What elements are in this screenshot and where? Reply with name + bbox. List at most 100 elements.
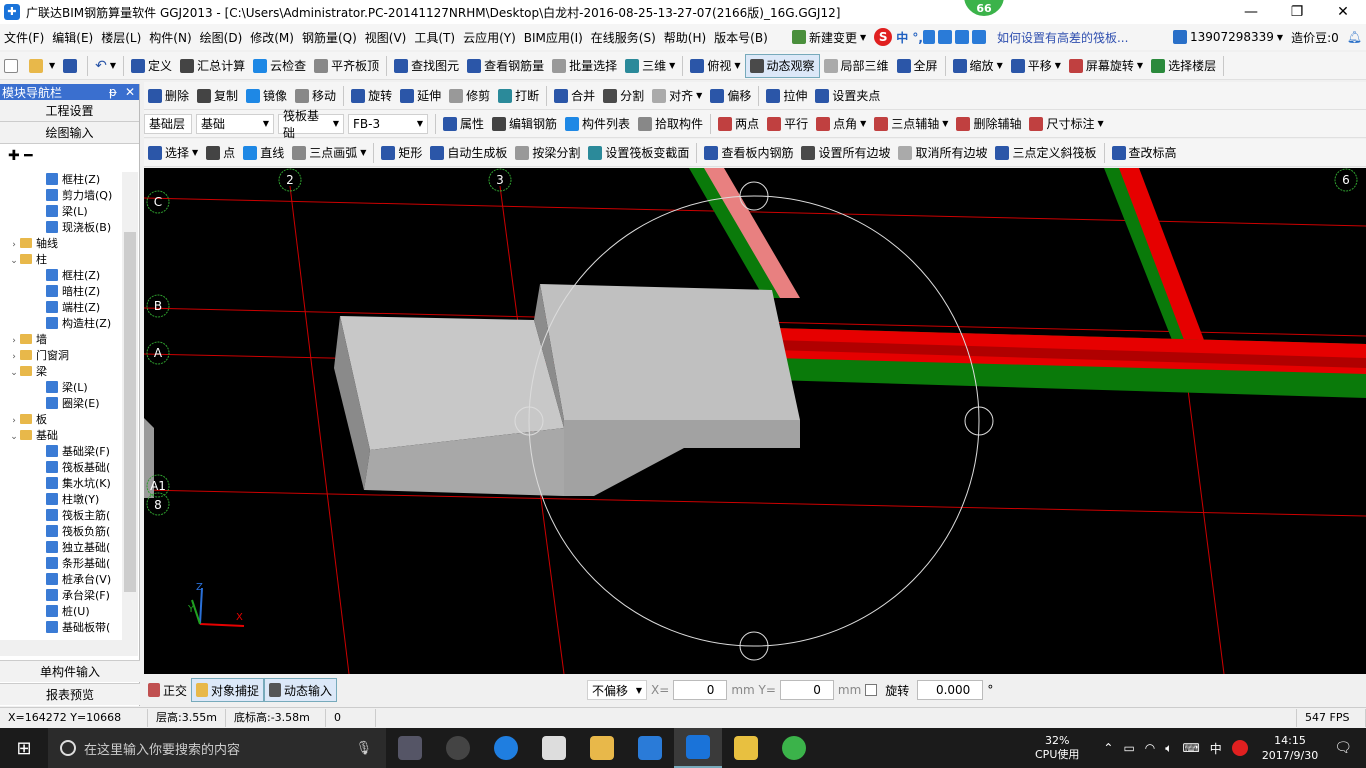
view-button-7[interactable]: 三维 ▼ <box>621 54 679 78</box>
taskbar-app-1[interactable] <box>386 728 434 768</box>
component-button-1[interactable]: 编辑钢筋 <box>488 112 561 136</box>
axis-tool-button-2[interactable]: 点角 ▼ <box>812 112 870 136</box>
menu-item-5[interactable]: 修改(M) <box>246 29 298 46</box>
tree-expand-collapse[interactable]: ✚ ━ <box>0 144 139 168</box>
component-select[interactable]: FB-3 ▼ <box>348 113 428 134</box>
menu-item-12[interactable]: 帮助(H) <box>660 29 710 46</box>
close-panel-icon[interactable]: ✕ <box>125 85 135 99</box>
wifi-icon[interactable]: ◠ <box>1145 741 1155 755</box>
tree-node-9[interactable]: 构造柱(Z) <box>0 316 122 332</box>
taskbar-explorer[interactable] <box>578 728 626 768</box>
menu-item-2[interactable]: 楼层(L) <box>97 29 145 46</box>
edit-button-10[interactable]: 对齐 ▼ <box>648 84 706 108</box>
3d-scene[interactable]: 2 3 6 C B A A1 8 X Z Y <box>144 168 1366 674</box>
draw-button-9[interactable]: 设置所有边坡 <box>797 141 894 165</box>
taskbar-edge[interactable] <box>482 728 530 768</box>
draw-button-5[interactable]: 自动生成板 <box>426 141 511 165</box>
edit-button-3[interactable]: 移动 <box>291 84 340 108</box>
view-button-9[interactable]: 动态观察 <box>744 53 820 78</box>
tree-node-18[interactable]: 筏板基础( <box>0 460 122 476</box>
taskbar-notes[interactable] <box>722 728 770 768</box>
view-button-1[interactable]: 汇总计算 <box>176 54 249 78</box>
help-hint-link[interactable]: 如何设置有高差的筏板... <box>993 25 1169 49</box>
snap-toggle[interactable]: 对象捕捉 <box>191 678 265 702</box>
close-button[interactable]: ✕ <box>1320 0 1366 24</box>
dynamic-input-toggle[interactable]: 动态输入 <box>264 678 338 702</box>
taskbar-browser[interactable] <box>770 728 818 768</box>
menu-item-4[interactable]: 绘图(D) <box>196 29 247 46</box>
menu-item-6[interactable]: 钢筋量(Q) <box>298 29 361 46</box>
new-change-button[interactable]: 新建变更 ▼ <box>788 25 870 49</box>
category-select[interactable]: 筏板基础 ▼ <box>278 109 344 140</box>
view-button-10[interactable]: 局部三维 <box>820 54 893 78</box>
open-file-button[interactable]: ▼ <box>25 54 59 78</box>
bell-icon[interactable]: 🔔︎ <box>1343 25 1366 49</box>
tree-node-5[interactable]: ⌄ 柱 <box>0 252 122 268</box>
axis-tool-button-5[interactable]: 尺寸标注 ▼ <box>1025 112 1107 136</box>
menu-item-7[interactable]: 视图(V) <box>361 29 411 46</box>
component-button-0[interactable]: 属性 <box>439 112 488 136</box>
tree-horizontal-scrollbar[interactable] <box>0 640 138 656</box>
view-button-8[interactable]: 俯视 ▼ <box>686 54 744 78</box>
user-account[interactable]: 13907298339 ▼ <box>1169 25 1287 49</box>
sogou-tray-icon[interactable] <box>1231 740 1248 756</box>
tray-chevron-icon[interactable]: ⌃ <box>1103 741 1113 755</box>
view-button-3[interactable]: 平齐板顶 <box>310 54 383 78</box>
tree-node-2[interactable]: 梁(L) <box>0 204 122 220</box>
beans-balance[interactable]: 造价豆:0 <box>1287 25 1343 49</box>
axis-tool-button-3[interactable]: 三点辅轴 ▼ <box>870 112 952 136</box>
tree-node-19[interactable]: 集水坑(K) <box>0 476 122 492</box>
draw-button-1[interactable]: 点 <box>202 141 239 165</box>
tree-expand-icon[interactable]: › <box>8 413 20 429</box>
edit-button-9[interactable]: 分割 <box>599 84 648 108</box>
project-settings-button[interactable]: 工程设置 <box>0 100 139 122</box>
tree-node-26[interactable]: 承台梁(F) <box>0 588 122 604</box>
draw-button-10[interactable]: 取消所有边坡 <box>894 141 991 165</box>
view-button-12[interactable]: 缩放 ▼ <box>949 54 1007 78</box>
view-button-0[interactable]: 定义 <box>127 54 176 78</box>
x-offset-input[interactable]: 0 <box>673 680 728 700</box>
taskbar-search[interactable]: 在这里输入你要搜索的内容 🎙︎ <box>48 728 386 768</box>
menu-item-0[interactable]: 文件(F) <box>0 29 48 46</box>
tree-node-6[interactable]: 框柱(Z) <box>0 268 122 284</box>
edit-button-8[interactable]: 合并 <box>550 84 599 108</box>
cpu-meter[interactable]: 32% CPU使用 <box>1035 734 1079 762</box>
tree-node-28[interactable]: 基础板带( <box>0 620 122 636</box>
rotate-angle-input[interactable]: 0.000 <box>917 680 984 700</box>
component-button-3[interactable]: 拾取构件 <box>634 112 707 136</box>
draw-button-12[interactable]: 查改标高 <box>1108 141 1181 165</box>
maximize-button[interactable]: ❐ <box>1274 0 1320 24</box>
pin-icon[interactable]: ᵽ <box>109 85 117 99</box>
tree-node-12[interactable]: ⌄ 梁 <box>0 364 122 380</box>
ime-indicator[interactable]: 中 <box>1210 740 1222 757</box>
menu-item-11[interactable]: 在线服务(S) <box>587 29 660 46</box>
tree-node-24[interactable]: 条形基础( <box>0 556 122 572</box>
view-button-2[interactable]: 云检查 <box>249 54 310 78</box>
taskbar-app-2[interactable] <box>434 728 482 768</box>
new-file-button[interactable] <box>0 54 25 78</box>
tree-node-0[interactable]: 框柱(Z) <box>0 172 122 188</box>
edit-button-1[interactable]: 复制 <box>193 84 242 108</box>
draw-button-11[interactable]: 三点定义斜筏板 <box>991 141 1100 165</box>
floor-select[interactable]: 基础层 <box>144 113 192 134</box>
tree-node-13[interactable]: 梁(L) <box>0 380 122 396</box>
taskbar-ggj[interactable] <box>674 728 722 768</box>
tree-expand-icon[interactable]: › <box>8 237 20 253</box>
view-button-6[interactable]: 批量选择 <box>548 54 621 78</box>
draw-button-3[interactable]: 三点画弧 ▼ <box>288 141 370 165</box>
tree-node-20[interactable]: 柱墩(Y) <box>0 492 122 508</box>
axis-tool-button-0[interactable]: 两点 <box>714 112 763 136</box>
tree-node-1[interactable]: 剪力墙(Q) <box>0 188 122 204</box>
tree-node-22[interactable]: 筏板负筋( <box>0 524 122 540</box>
drawing-input-button[interactable]: 绘图输入 <box>0 122 139 144</box>
offset-select[interactable]: 不偏移 ▼ <box>587 680 648 700</box>
undo-button[interactable]: ↶ ▼ <box>91 54 120 78</box>
tree-node-23[interactable]: 独立基础( <box>0 540 122 556</box>
edit-button-4[interactable]: 旋转 <box>347 84 396 108</box>
tree-node-3[interactable]: 现浇板(B) <box>0 220 122 236</box>
tree-vertical-scrollbar[interactable] <box>122 172 138 640</box>
edit-button-2[interactable]: 镜像 <box>242 84 291 108</box>
edit-button-11[interactable]: 偏移 <box>706 84 755 108</box>
menu-item-9[interactable]: 云应用(Y) <box>459 29 520 46</box>
y-offset-input[interactable]: 0 <box>779 680 834 700</box>
